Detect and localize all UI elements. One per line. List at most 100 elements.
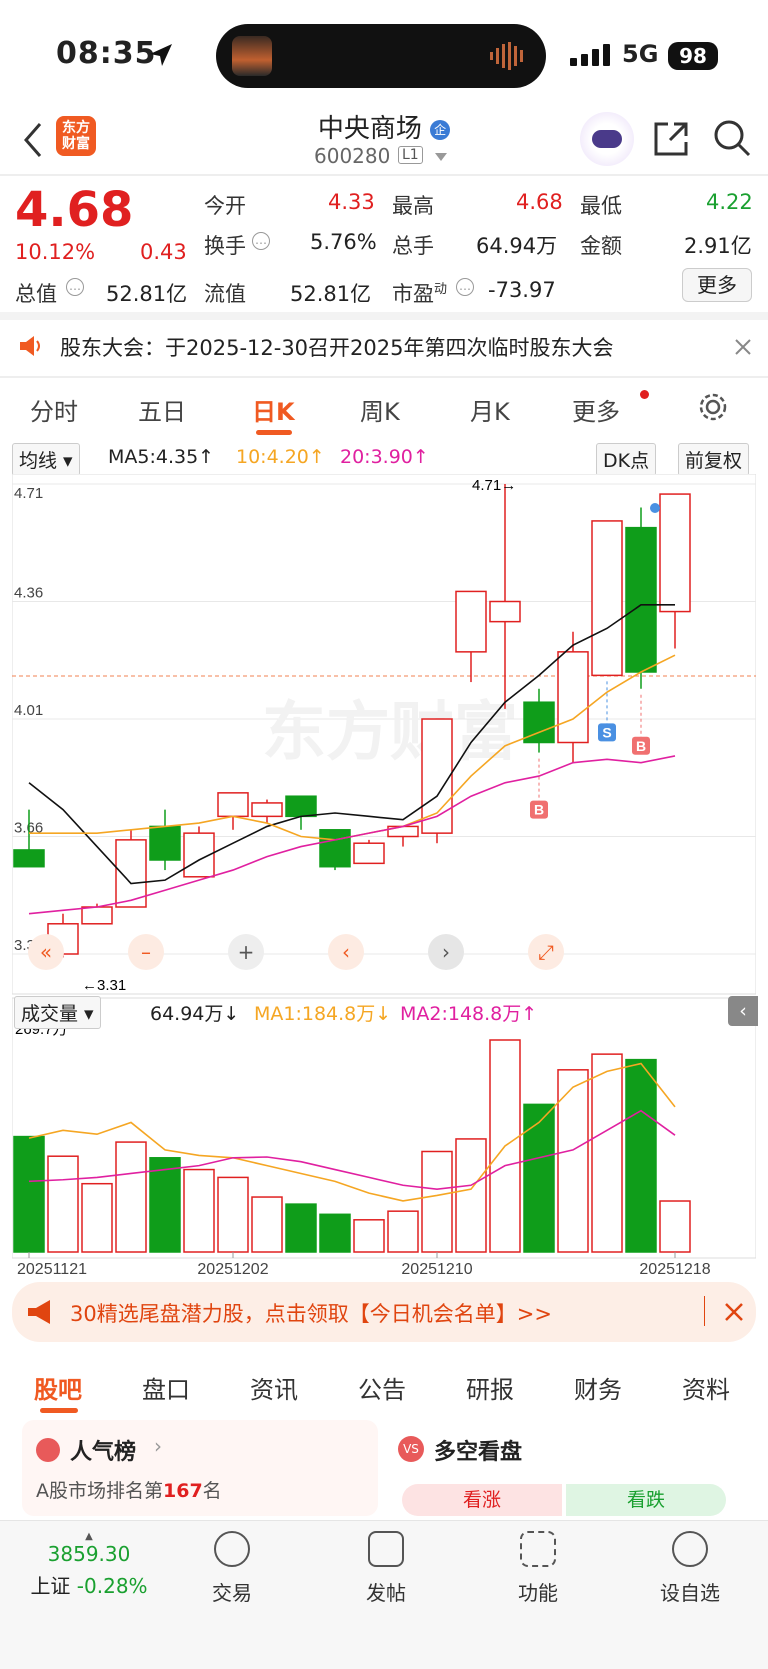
close-icon[interactable] — [734, 338, 752, 356]
change-percent: 10.12% — [15, 240, 96, 264]
index-ticker[interactable]: ▲ 3859.30 上证 -0.28% — [14, 1531, 164, 1599]
tab-weekly-k[interactable]: 周K — [360, 392, 400, 427]
bull-bear-card[interactable]: VS 多空看盘 看涨 看跌 — [388, 1420, 746, 1516]
low-label: 最低 — [580, 194, 622, 218]
tab-more[interactable]: 更多 — [572, 392, 620, 427]
volume-bar — [523, 1103, 555, 1253]
tab-finance[interactable]: 财务 — [574, 1370, 622, 1405]
open-label: 今开 — [204, 194, 246, 218]
ma10-value: 10:4.20↑ — [236, 446, 325, 468]
collapse-panel-icon[interactable]: ‹ — [728, 996, 758, 1026]
tab-intraday[interactable]: 分时 — [30, 392, 78, 427]
nav-functions[interactable]: 功能 — [488, 1531, 588, 1606]
volume-bar — [353, 1219, 385, 1253]
settings-gear-icon[interactable] — [698, 392, 728, 422]
tab-five-day[interactable]: 五日 — [138, 392, 186, 427]
scroll-right-icon-glyph: › — [442, 940, 450, 964]
info-icon[interactable]: … — [252, 232, 270, 250]
turnover-value: 5.76% — [310, 230, 377, 254]
candle-body — [13, 849, 45, 868]
tab-monthly-k[interactable]: 月K — [470, 392, 510, 427]
tab-guba[interactable]: 股吧 — [34, 1370, 82, 1405]
bottom-nav: ▲ 3859.30 上证 -0.28% 交易 发帖 功能 设自选 — [0, 1520, 768, 1669]
bear-button[interactable]: 看跌 — [566, 1484, 726, 1516]
info-icon[interactable]: … — [66, 278, 84, 296]
dk-point-button[interactable]: DK点 — [596, 443, 657, 476]
marker-dot — [650, 503, 660, 513]
candle-body — [659, 493, 691, 613]
promo-banner[interactable]: 30精选尾盘潜力股，点击领取【今日机会名单】>> — [12, 1282, 756, 1342]
candle-body — [81, 906, 113, 925]
dropdown-icon[interactable] — [434, 152, 448, 162]
tab-profile[interactable]: 资料 — [682, 1370, 730, 1405]
bull-button[interactable]: 看涨 — [402, 1484, 562, 1516]
candle-body — [591, 520, 623, 677]
chevron-right-icon: › — [154, 1434, 162, 1458]
speaker-icon — [20, 336, 40, 356]
tab-daily-k[interactable]: 日K — [252, 392, 295, 427]
megaphone-icon — [28, 1300, 50, 1324]
tab-pankou[interactable]: 盘口 — [142, 1370, 190, 1405]
rank-text: A股市场排名第 — [36, 1480, 163, 1502]
price-tick-label: 4.71 — [14, 485, 43, 502]
active-tab-indicator — [40, 1408, 78, 1413]
pe-value: -73.97 — [488, 278, 556, 302]
price-tick-label: 4.36 — [14, 585, 43, 602]
volume-bar — [285, 1203, 317, 1253]
candle-body — [285, 795, 317, 818]
nav-watchlist[interactable]: 设自选 — [640, 1531, 740, 1606]
volume-bar — [47, 1155, 79, 1253]
volume-bar — [659, 1200, 691, 1253]
clock: 08:35 — [56, 36, 157, 71]
grid-icon — [520, 1531, 556, 1567]
candle-body — [353, 842, 385, 865]
candle-body — [489, 600, 521, 623]
buy-signal-label: B — [636, 738, 646, 754]
pe-label: 市盈动 — [392, 278, 447, 308]
fq-button[interactable]: 前复权 — [678, 443, 750, 476]
notice-text: 股东大会：于2025-12-30召开2025年第四次临时股东大会 — [60, 336, 614, 360]
candle-body — [149, 825, 181, 861]
date-tick-label: 20251202 — [197, 1261, 268, 1274]
close-icon[interactable] — [724, 1302, 744, 1322]
quote-panel: 4.68 10.12% 0.43 总值 … 52.81亿 今开 4.33 最高 … — [0, 182, 768, 312]
candle-body — [217, 792, 249, 818]
volume-bar — [13, 1135, 45, 1253]
info-icon[interactable]: … — [456, 278, 474, 296]
volume-bar — [591, 1053, 623, 1253]
vol-ma1: MA1:184.8万↓ — [254, 1003, 392, 1025]
stock-header: 东方财富 中央商场 企 600280 L1 — [0, 108, 768, 174]
more-button[interactable]: 更多 — [682, 268, 752, 302]
candle-body — [319, 829, 351, 868]
nav-post[interactable]: 发帖 — [336, 1531, 436, 1606]
signal-icon — [570, 44, 610, 66]
indicator-select-label: 均线 — [19, 450, 58, 472]
popular-title: 人气榜 — [70, 1440, 137, 1465]
level-badge[interactable]: L1 — [398, 146, 423, 164]
volume-select[interactable]: 成交量 ▾ — [14, 996, 101, 1029]
nav-trade[interactable]: 交易 — [182, 1531, 282, 1606]
rank-unit: 名 — [202, 1480, 222, 1502]
tab-announce[interactable]: 公告 — [358, 1370, 406, 1405]
zoom-out-icon-glyph: – — [141, 940, 151, 964]
amount-value: 2.91亿 — [684, 234, 752, 258]
ma20-value: 20:3.90↑ — [340, 446, 429, 468]
ai-assistant-icon[interactable] — [580, 112, 634, 166]
date-tick-label: 20251210 — [401, 1261, 472, 1274]
amount-label: 金额 — [580, 234, 622, 258]
tab-news[interactable]: 资讯 — [250, 1370, 298, 1405]
kline-chart[interactable]: 东方财富 4.714.364.013.663.31 BSB 4.71→ ←3.3… — [12, 474, 756, 1274]
high-label: 最高 — [392, 194, 434, 218]
notice-bar[interactable]: 股东大会：于2025-12-30召开2025年第四次临时股东大会 — [0, 318, 768, 376]
scroll-start-icon-glyph: « — [40, 940, 52, 964]
rank-number: 167 — [163, 1480, 203, 1502]
volume-label: 总手 — [392, 234, 434, 258]
indicator-select[interactable]: 均线 ▾ — [12, 443, 80, 476]
share-icon[interactable] — [652, 120, 690, 158]
volume-bar — [183, 1168, 215, 1253]
popularity-card[interactable]: 人气榜 › A股市场排名第167名 — [22, 1420, 378, 1516]
change-amount: 0.43 — [140, 240, 187, 264]
volume-bar — [319, 1213, 351, 1253]
search-icon[interactable] — [712, 118, 752, 158]
tab-research[interactable]: 研报 — [466, 1370, 514, 1405]
